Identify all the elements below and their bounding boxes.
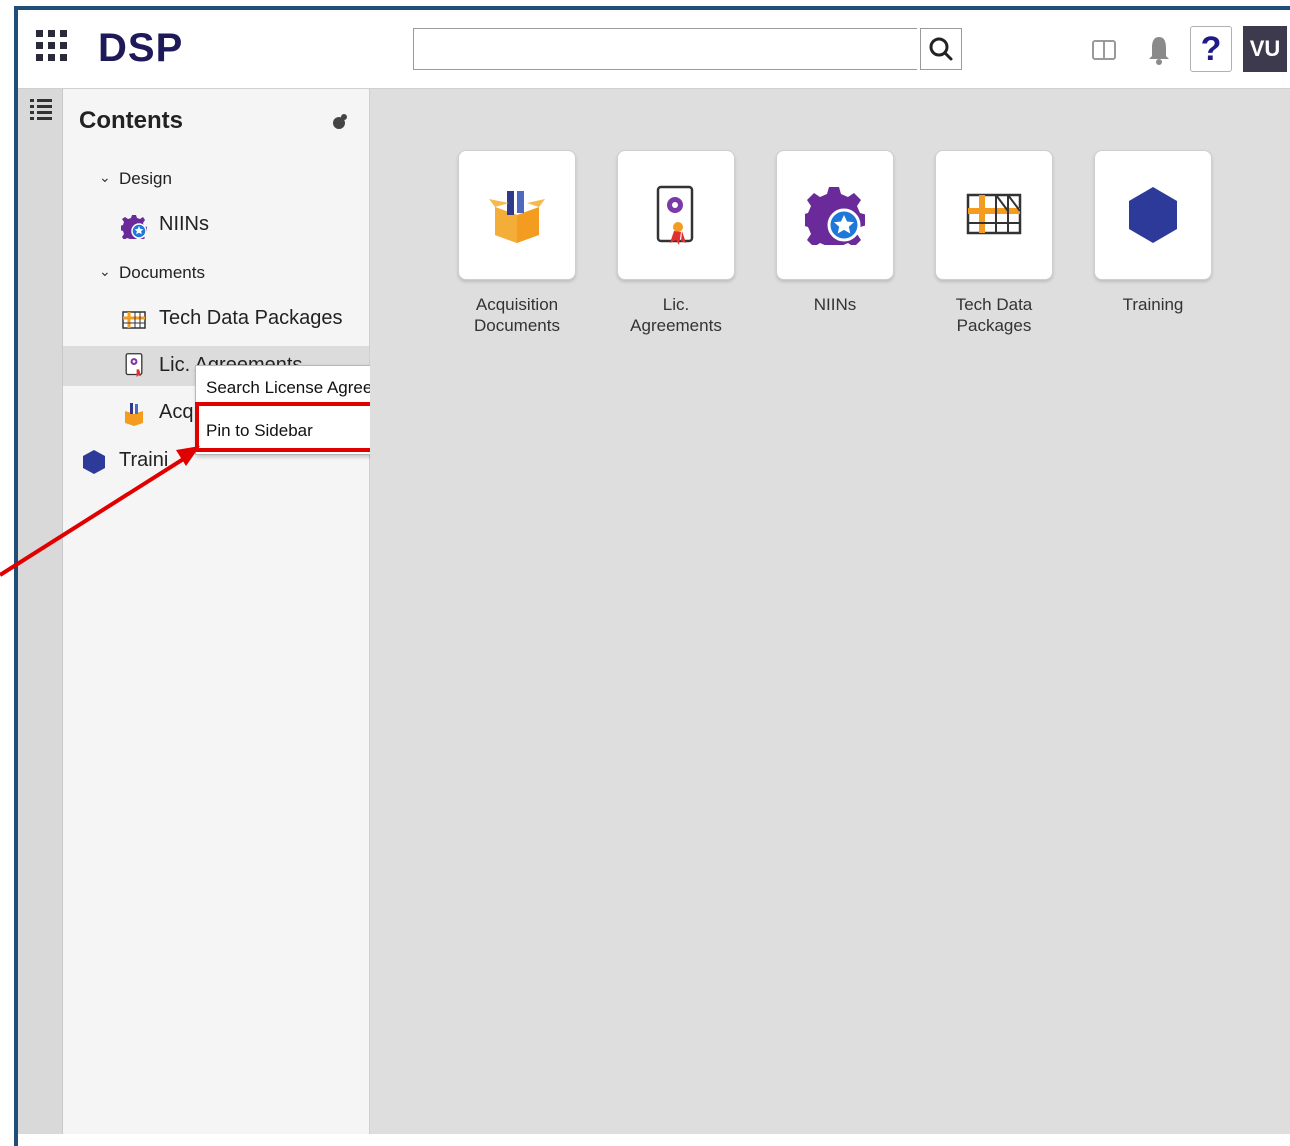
license-icon [125,353,143,378]
tree-item-label: NIINs [159,213,209,235]
tile-card [776,150,894,280]
search-button[interactable] [920,28,962,70]
tile-lic-agreements[interactable]: Lic. Agreements [617,150,735,336]
tech-data-icon [966,193,1022,235]
tile-label: Lic. Agreements [630,295,722,335]
app-logo[interactable]: DSP [96,25,185,71]
tile-acquisition-documents[interactable]: Acquisition Documents [458,150,576,336]
chevron-down-icon: ⌄ [99,169,111,185]
tree-item-niins[interactable]: NIINs [63,205,369,245]
chevron-down-icon: ⌄ [99,263,111,279]
tile-label: NIINs [813,295,857,314]
hexagon-icon [83,450,105,474]
search-input[interactable] [413,28,917,70]
box-icon [125,403,143,426]
tree-group-label: Documents [119,263,205,282]
tech-data-icon [122,311,146,329]
tile-tech-data-packages[interactable]: Tech Data Packages [935,150,1053,336]
contents-sidebar: Contents ⌄ Design NIINs ⌄ Documents Tech… [63,89,370,1134]
tile-label: Tech Data Packages [955,295,1033,335]
tile-niins[interactable]: NIINs [776,150,894,315]
tree-item-label: Acq [159,401,194,423]
tree-group-design[interactable]: ⌄ Design [63,159,369,199]
bell-icon[interactable] [1146,34,1172,66]
tile-card [1094,150,1212,280]
hexagon-icon [1129,187,1177,243]
tree-item-label: Tech Data Packages [159,307,343,329]
refresh-icon[interactable] [330,113,348,131]
tile-card [617,150,735,280]
niins-gear-icon [121,215,147,239]
app-launcher-icon[interactable] [36,30,68,62]
help-button[interactable]: ? [1190,26,1232,72]
tile-training[interactable]: Training [1094,150,1212,315]
niins-gear-icon [805,187,865,245]
box-icon [489,191,545,243]
tile-card [935,150,1053,280]
left-rail [18,89,63,1134]
tree-item-tech-data-packages[interactable]: Tech Data Packages [63,299,369,339]
tile-card [458,150,576,280]
search-icon [929,37,953,61]
top-bar: DSP ? VU [18,10,1290,89]
tree-group-documents[interactable]: ⌄ Documents [63,253,369,293]
tree-item-label: Traini [119,449,169,471]
tile-label: Acquisition Documents [474,295,560,335]
sidebar-title: Contents [79,107,183,134]
main-content: Acquisition Documents Lic. Agreements NI… [370,89,1290,1134]
user-avatar[interactable]: VU [1243,26,1287,72]
license-icon [656,185,694,245]
tree-group-label: Design [119,169,172,188]
tile-label: Training [1122,295,1184,314]
split-panel-icon[interactable] [1092,40,1116,60]
contents-list-icon[interactable] [30,99,52,120]
